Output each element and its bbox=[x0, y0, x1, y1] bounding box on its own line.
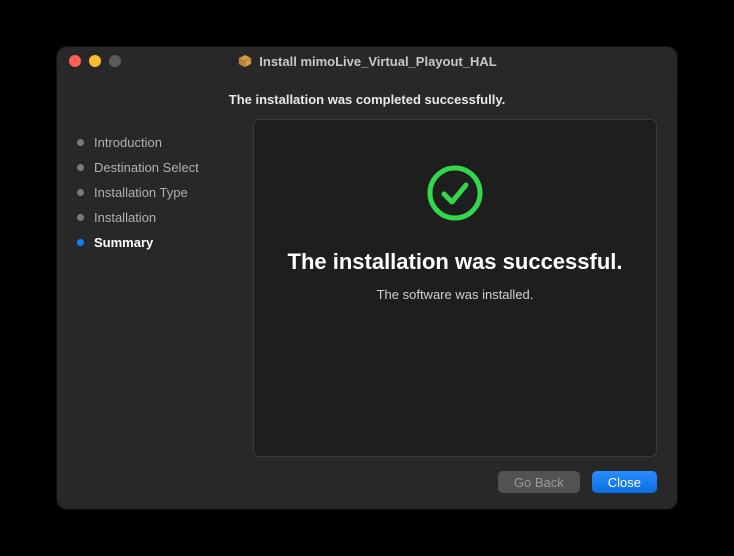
step-bullet-icon bbox=[77, 214, 84, 221]
main-panel: The installation was successful. The sof… bbox=[253, 119, 657, 457]
step-bullet-icon bbox=[77, 189, 84, 196]
window-title-wrap: Install mimoLive_Virtual_Playout_HAL bbox=[57, 53, 677, 69]
step-introduction: Introduction bbox=[77, 135, 237, 150]
success-subtitle: The software was installed. bbox=[377, 287, 534, 302]
step-destination-select: Destination Select bbox=[77, 160, 237, 175]
step-installation-type: Installation Type bbox=[77, 185, 237, 200]
titlebar: Install mimoLive_Virtual_Playout_HAL bbox=[57, 47, 677, 75]
page-subtitle: The installation was completed successfu… bbox=[229, 92, 505, 107]
main-row: Introduction Destination Select Installa… bbox=[77, 119, 657, 457]
step-label: Introduction bbox=[94, 135, 162, 150]
step-bullet-icon bbox=[77, 239, 84, 246]
step-bullet-icon bbox=[77, 139, 84, 146]
window-title: Install mimoLive_Virtual_Playout_HAL bbox=[259, 54, 496, 69]
step-list: Introduction Destination Select Installa… bbox=[77, 135, 237, 250]
close-button[interactable]: Close bbox=[592, 471, 657, 493]
package-icon bbox=[237, 53, 253, 69]
step-label: Summary bbox=[94, 235, 153, 250]
success-title: The installation was successful. bbox=[288, 249, 623, 275]
success-checkmark-icon bbox=[426, 164, 484, 227]
installer-window: Install mimoLive_Virtual_Playout_HAL The… bbox=[57, 47, 677, 509]
close-window-button[interactable] bbox=[69, 55, 81, 67]
step-label: Installation bbox=[94, 210, 156, 225]
step-label: Installation Type bbox=[94, 185, 188, 200]
go-back-button: Go Back bbox=[498, 471, 580, 493]
minimize-window-button[interactable] bbox=[89, 55, 101, 67]
button-row: Go Back Close bbox=[77, 457, 657, 493]
step-installation: Installation bbox=[77, 210, 237, 225]
subtitle-row: The installation was completed successfu… bbox=[77, 75, 657, 119]
step-label: Destination Select bbox=[94, 160, 199, 175]
content-area: The installation was completed successfu… bbox=[57, 75, 677, 509]
step-summary: Summary bbox=[77, 235, 237, 250]
step-bullet-icon bbox=[77, 164, 84, 171]
steps-sidebar: Introduction Destination Select Installa… bbox=[77, 119, 237, 457]
maximize-window-button bbox=[109, 55, 121, 67]
traffic-lights bbox=[69, 55, 121, 67]
